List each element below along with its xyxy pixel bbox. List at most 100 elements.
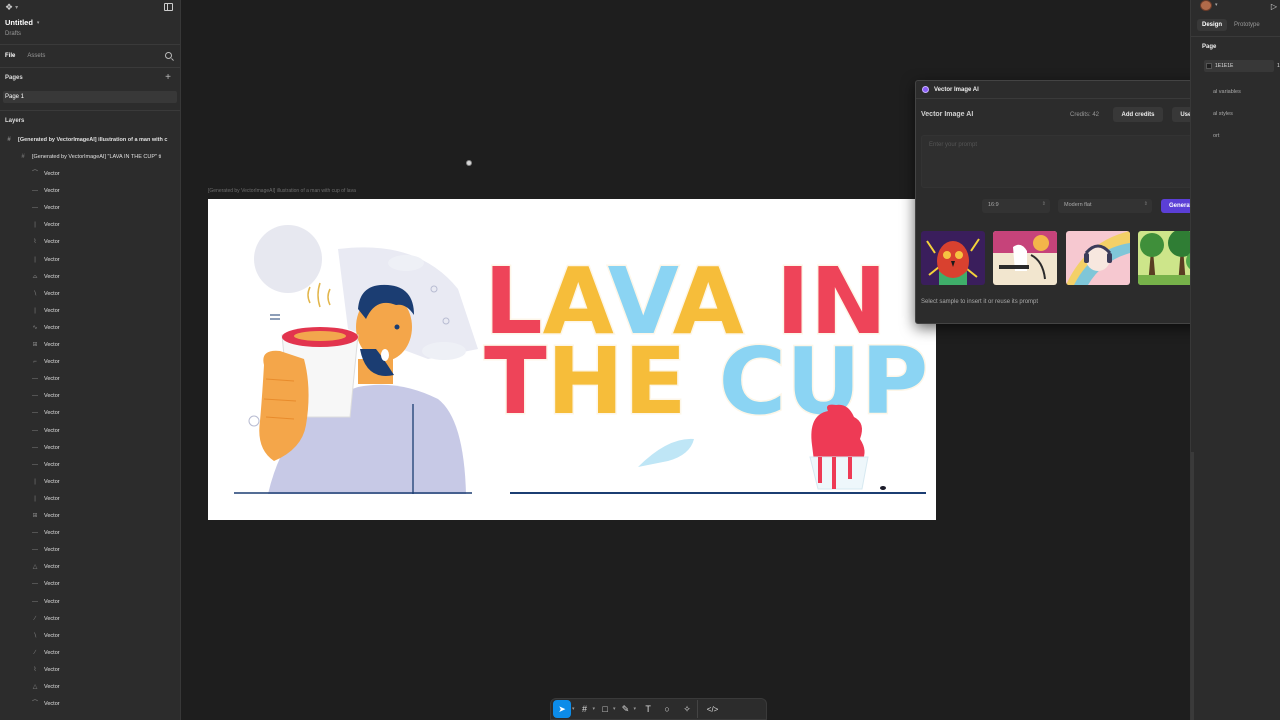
vector-layer-row[interactable]: — Vector [0, 544, 180, 556]
layer-name: Vector [44, 239, 60, 246]
vector-layer-row[interactable]: | Vector [0, 254, 180, 266]
vector-layer-row[interactable]: ∖ Vector [0, 630, 180, 642]
vector-layer-row[interactable]: — Vector [0, 407, 180, 419]
play-icon[interactable]: ▷ [1271, 2, 1277, 11]
vector-icon: — [32, 376, 38, 383]
layer-row[interactable]: # [Generated by VectorImageAI] "LAVA IN T… [0, 151, 180, 163]
vector-layer-row[interactable]: ∖ Vector [0, 288, 180, 300]
frame-icon: # [7, 137, 11, 143]
layer-name: Vector [44, 649, 60, 656]
file-location[interactable]: Drafts [5, 31, 21, 37]
chevron-down-icon[interactable]: ▾ [593, 706, 596, 712]
tab-prototype[interactable]: Prototype [1229, 19, 1265, 31]
vector-layer-row[interactable]: △ Vector [0, 681, 180, 693]
local-styles-item[interactable]: al styles [1213, 111, 1233, 117]
musician-thumbnail-image [993, 231, 1057, 285]
lava-cup-illustration[interactable]: LAVA IN THE CUP [208, 199, 936, 520]
text-tool-icon[interactable]: T [639, 700, 657, 718]
vector-layer-row[interactable]: ⌒ Vector [0, 168, 180, 180]
divider [0, 110, 180, 111]
layer-name: Vector [44, 427, 60, 434]
tab-design[interactable]: Design [1197, 19, 1228, 31]
style-value: Modern flat [1064, 202, 1092, 208]
layer-name: Vector [44, 495, 60, 502]
comment-tool-icon[interactable]: ○ [657, 700, 677, 718]
left-panel: ❖ ▾ Untitled ▾ Drafts File Assets Pages + … [0, 0, 181, 720]
background-color-field[interactable]: 1E1E1E [1204, 60, 1274, 72]
local-variables-item[interactable]: al variables [1213, 89, 1241, 95]
tab-file[interactable]: File [5, 53, 15, 59]
vector-layer-row[interactable]: — Vector [0, 527, 180, 539]
scrollbar[interactable] [1191, 452, 1194, 720]
avatar[interactable] [1200, 0, 1212, 11]
vector-layer-row[interactable]: ∕ Vector [0, 613, 180, 625]
vector-layer-row[interactable]: | Vector [0, 219, 180, 231]
actions-tool-icon[interactable]: ✧ [677, 700, 697, 718]
plugin-logo-icon [922, 86, 929, 93]
prompt-input[interactable]: Enter your prompt [921, 135, 1204, 188]
vector-icon: ⌇ [33, 239, 37, 246]
page-section-heading: Page [1202, 44, 1217, 50]
file-name[interactable]: Untitled ▾ [5, 18, 39, 27]
layer-name: Vector [44, 547, 60, 554]
vector-icon: ⊞ [32, 342, 38, 348]
layer-name: Vector [44, 701, 60, 708]
plugin-title-bar[interactable]: Vector Image AI [916, 81, 1206, 99]
vector-layer-row[interactable]: — Vector [0, 596, 180, 608]
artboard[interactable]: LAVA IN THE CUP [208, 199, 936, 520]
vector-layer-row[interactable]: — Vector [0, 202, 180, 214]
vector-layer-row[interactable]: — Vector [0, 373, 180, 385]
chevron-down-icon[interactable]: ▾ [613, 706, 616, 712]
move-tool-icon[interactable]: ➤ [553, 700, 571, 718]
vector-layer-row[interactable]: — Vector [0, 578, 180, 590]
vector-layer-row[interactable]: ⌐ Vector [0, 356, 180, 368]
vector-icon: ⌓ [32, 273, 38, 280]
tab-assets[interactable]: Assets [27, 53, 45, 59]
vector-icon: — [32, 598, 38, 605]
layer-row[interactable]: # [Generated by VectorImageAI] illustrati… [0, 134, 180, 146]
sample-thumbnail-musician[interactable] [993, 231, 1057, 285]
layer-name: Vector [44, 530, 60, 537]
vector-layer-row[interactable]: ⌇ Vector [0, 236, 180, 248]
export-item[interactable]: ort [1213, 133, 1219, 139]
add-page-icon[interactable]: + [165, 73, 171, 83]
sample-thumbnail-owl[interactable] [921, 231, 985, 285]
main-menu-button[interactable]: ❖ ▾ [5, 2, 18, 13]
vector-layer-row[interactable]: ⊞ Vector [0, 339, 180, 351]
color-swatch[interactable] [1206, 63, 1212, 69]
frame-tool-icon[interactable]: # [578, 700, 592, 718]
vector-layer-row[interactable]: — Vector [0, 390, 180, 402]
chevron-down-icon[interactable]: ▾ [634, 706, 637, 712]
page-item[interactable]: Page 1 [3, 91, 177, 103]
add-credits-button[interactable]: Add credits [1113, 107, 1163, 122]
vector-layer-row[interactable]: | Vector [0, 476, 180, 488]
pen-tool-icon[interactable]: ✎ [619, 700, 633, 718]
sidebar-toggle-icon[interactable] [164, 3, 173, 11]
vector-layer-row[interactable]: — Vector [0, 425, 180, 437]
vector-layer-row[interactable]: ⊞ Vector [0, 510, 180, 522]
vector-layer-row[interactable]: ∕ Vector [0, 647, 180, 659]
vector-layer-row[interactable]: △ Vector [0, 561, 180, 573]
sample-thumbnail-headphones[interactable] [1066, 231, 1130, 285]
vector-layer-row[interactable]: ⌒ Vector [0, 698, 180, 710]
vector-layer-row[interactable]: | Vector [0, 305, 180, 317]
vector-layer-row[interactable]: ∿ Vector [0, 322, 180, 334]
style-select[interactable]: Modern flat ⇕ [1058, 199, 1152, 213]
aspect-ratio-select[interactable]: 16:9 ⇕ [982, 199, 1050, 213]
vector-layer-row[interactable]: — Vector [0, 459, 180, 471]
dev-mode-icon[interactable]: </> [697, 700, 727, 718]
chevron-down-icon[interactable]: ▾ [1215, 2, 1218, 8]
vector-layer-row[interactable]: — Vector [0, 185, 180, 197]
vector-layer-row[interactable]: | Vector [0, 493, 180, 505]
background-opacity-value[interactable]: 1 [1277, 63, 1280, 69]
chevron-down-icon[interactable]: ▾ [572, 706, 575, 712]
vector-icon: ⌇ [33, 666, 37, 673]
frame-label[interactable]: [Generated by VectorImageAI] illustratio… [208, 188, 356, 194]
search-icon[interactable] [165, 52, 172, 59]
vector-layer-row[interactable]: ⌓ Vector [0, 271, 180, 283]
left-tabs: File Assets [0, 49, 180, 63]
layer-name: Vector [44, 273, 60, 280]
vector-layer-row[interactable]: — Vector [0, 442, 180, 454]
vector-layer-row[interactable]: ⌇ Vector [0, 664, 180, 676]
shape-tool-icon[interactable]: □ [598, 700, 612, 718]
